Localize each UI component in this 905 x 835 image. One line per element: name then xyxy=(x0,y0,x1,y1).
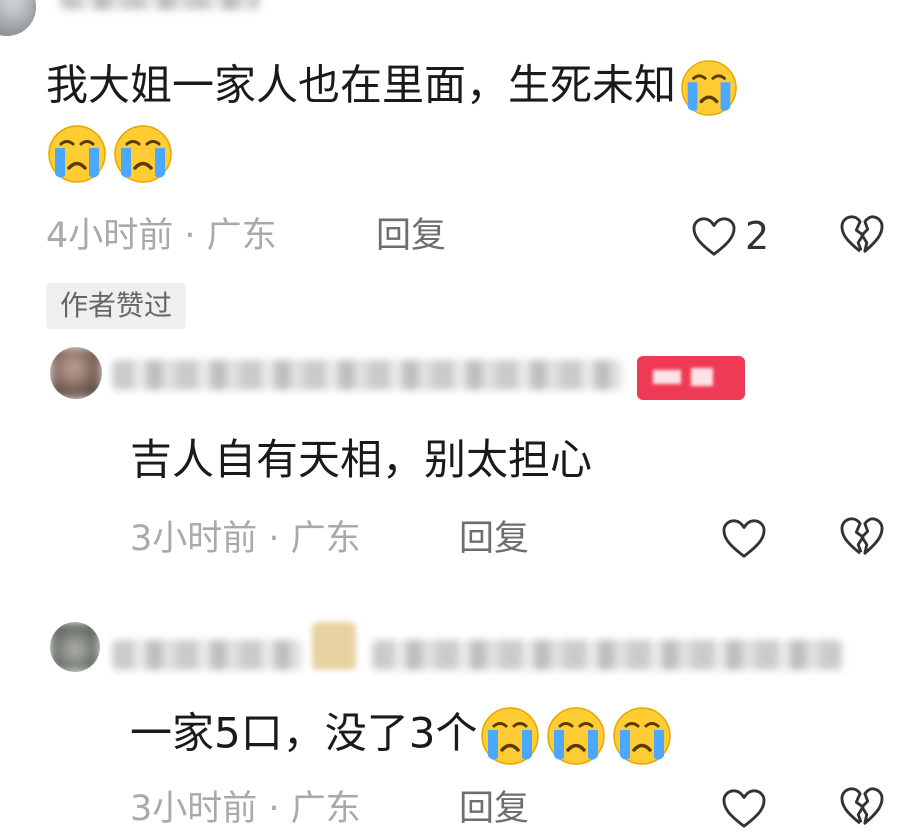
author-liked-badge: 作者赞过 xyxy=(46,283,187,329)
emoji-row xyxy=(46,124,174,184)
timestamp-location: 4小时前 · 广东 xyxy=(46,216,277,256)
username-blurred[interactable] xyxy=(60,0,260,10)
dislike-broken-heart-icon[interactable] xyxy=(839,516,885,558)
crying-face-icon xyxy=(611,706,673,766)
like-heart-icon[interactable] xyxy=(721,788,767,830)
comment-text: 我大姐一家人也在里面，生死未知 xyxy=(46,59,738,117)
crying-face-icon xyxy=(680,59,738,117)
level-badge-icon xyxy=(312,622,356,670)
comment-text: 一家5口，没了3个 xyxy=(130,706,673,766)
like-heart-icon[interactable] xyxy=(721,518,767,560)
timestamp-location: 3小时前 · 广东 xyxy=(130,519,361,559)
user-tag-badge xyxy=(637,356,745,400)
username-blurred[interactable] xyxy=(112,360,622,390)
user-extra-blurred xyxy=(372,640,842,670)
dislike-broken-heart-icon[interactable] xyxy=(839,214,885,256)
like-heart-icon[interactable] xyxy=(691,216,737,258)
comment-text: 吉人自有天相，别太担心 xyxy=(130,435,593,484)
crying-face-icon xyxy=(112,124,174,184)
reply-button[interactable]: 回复 xyxy=(459,789,529,829)
reply-button[interactable]: 回复 xyxy=(376,216,446,256)
crying-face-icon xyxy=(46,124,108,184)
avatar[interactable] xyxy=(50,347,102,399)
username-blurred[interactable] xyxy=(112,640,302,670)
avatar[interactable] xyxy=(50,622,100,672)
crying-face-icon xyxy=(545,706,607,766)
timestamp-location: 3小时前 · 广东 xyxy=(130,789,361,829)
dislike-broken-heart-icon[interactable] xyxy=(839,786,885,828)
reply-button[interactable]: 回复 xyxy=(459,519,529,559)
avatar[interactable] xyxy=(0,0,36,36)
crying-face-icon xyxy=(479,706,541,766)
like-count: 2 xyxy=(745,214,770,258)
